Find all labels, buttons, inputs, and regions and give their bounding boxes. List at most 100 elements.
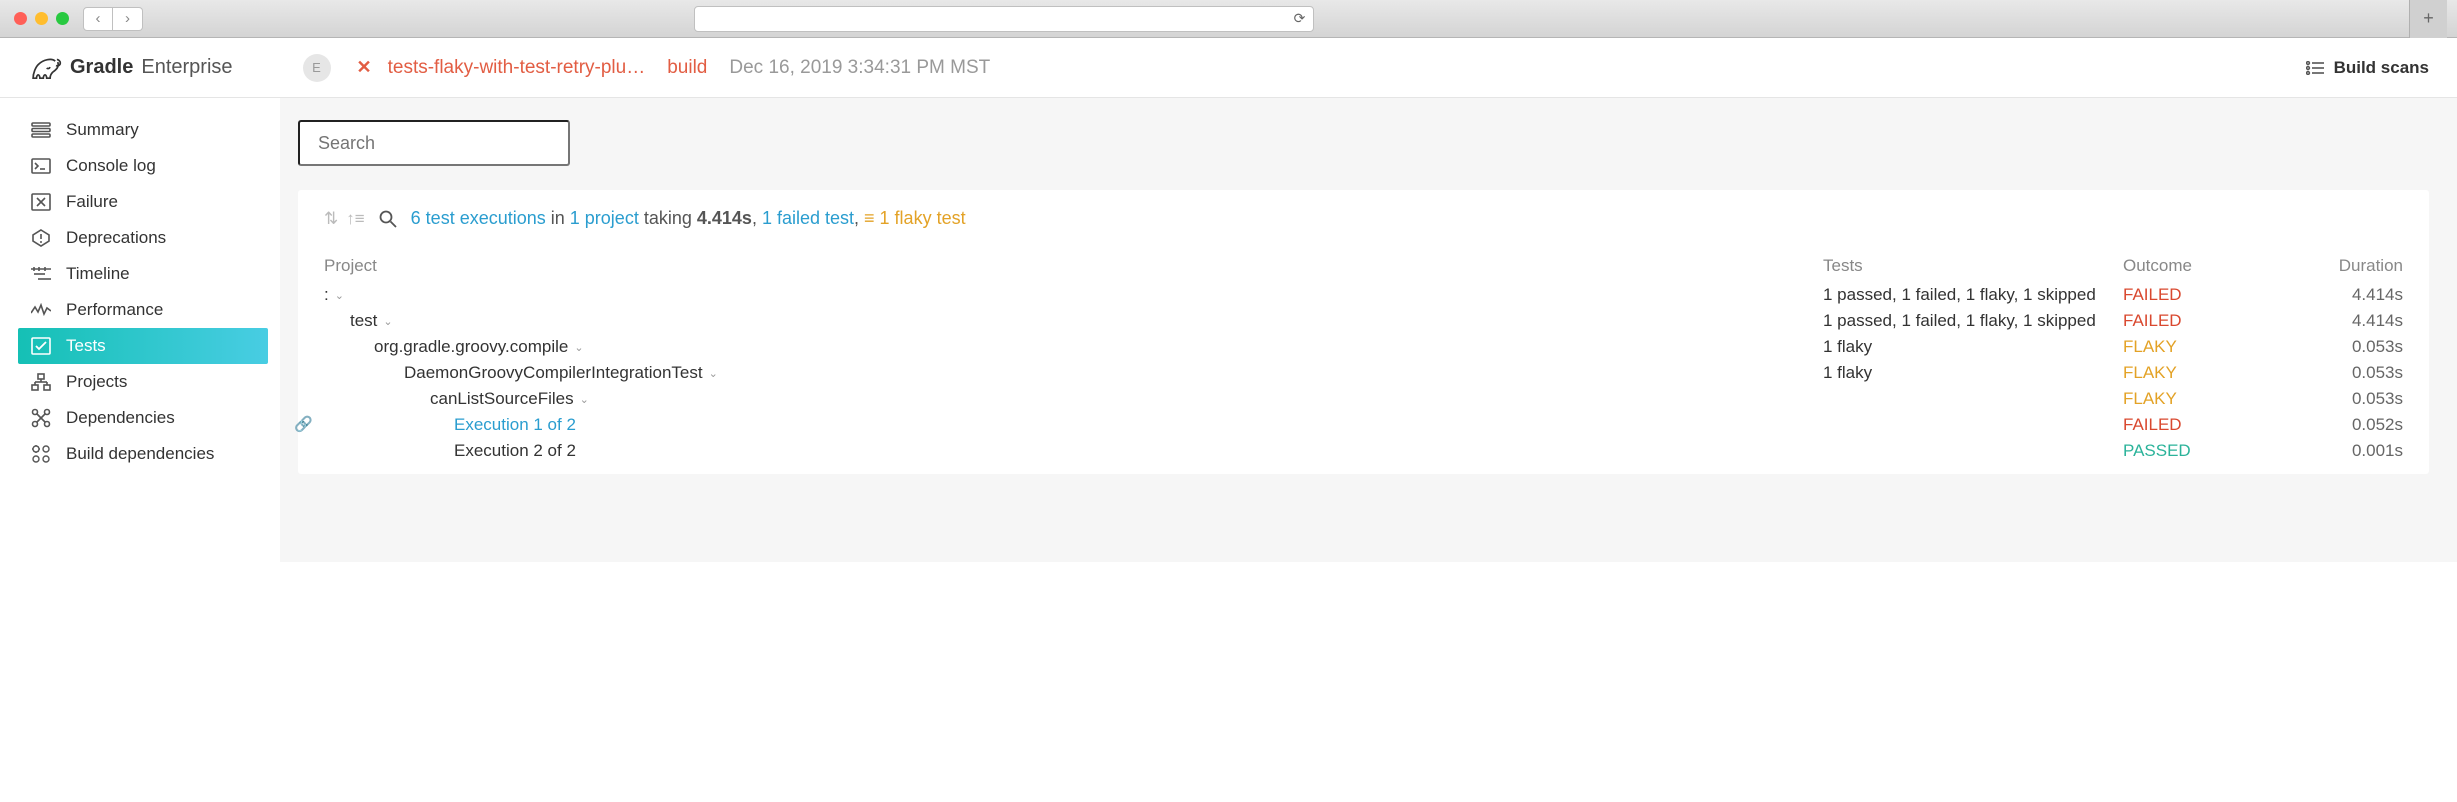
sidebar-item-tests[interactable]: Tests: [18, 328, 268, 364]
table-row[interactable]: 🔗Execution 1 of 2FAILED0.052s: [324, 412, 2403, 438]
table-row[interactable]: canListSourceFiles⌄FLAKY0.053s: [324, 386, 2403, 412]
plus-icon: +: [2423, 8, 2434, 29]
content-area: ⇅ ↑≡ 6 test executions in 1 project taki…: [280, 98, 2457, 562]
search-icon[interactable]: [379, 210, 397, 228]
chevron-right-icon: ›: [125, 10, 130, 27]
column-duration[interactable]: Duration: [2283, 256, 2403, 276]
project-cell[interactable]: DaemonGroovyCompilerIntegrationTest ⌄: [324, 363, 1823, 383]
chevron-left-icon: ‹: [96, 10, 101, 27]
exec-count-link[interactable]: 6 test executions: [411, 208, 546, 228]
chevron-down-icon[interactable]: ⌄: [335, 289, 344, 302]
sidebar-item-failure[interactable]: Failure: [0, 184, 280, 220]
project-cell[interactable]: canListSourceFiles ⌄: [324, 389, 1823, 409]
table-row[interactable]: org.gradle.groovy.compile⌄1 flakyFLAKY0.…: [324, 334, 2403, 360]
sort-desc-icon[interactable]: ↑≡: [346, 209, 364, 229]
summary-icon: [30, 119, 52, 141]
duration-cell: 0.053s: [2283, 363, 2403, 383]
list-icon: [2306, 61, 2324, 75]
sidebar-item-projects[interactable]: Projects: [0, 364, 280, 400]
project-cell[interactable]: org.gradle.groovy.compile⌄: [324, 337, 1823, 357]
sidebar-item-label: Timeline: [66, 264, 130, 284]
sidebar-item-label: Console log: [66, 156, 156, 176]
duration-cell: 4.414s: [2283, 285, 2403, 305]
search-input[interactable]: [298, 120, 570, 166]
build-dependencies-icon: [30, 443, 52, 465]
link-icon[interactable]: 🔗: [294, 415, 313, 433]
sidebar-item-label: Tests: [66, 336, 106, 356]
sidebar-item-summary[interactable]: Summary: [0, 112, 280, 148]
dependencies-icon: [30, 407, 52, 429]
fail-x-icon: ✕: [357, 57, 372, 78]
minimize-window-icon[interactable]: [35, 12, 48, 25]
summary-text: 6 test executions in 1 project taking 4.…: [411, 208, 966, 229]
outcome-cell: FAILED: [2123, 285, 2283, 305]
reload-icon[interactable]: ⟳: [1294, 10, 1306, 27]
tests-table: Project Tests Outcome Duration :⌄1 passe…: [324, 253, 2403, 464]
project-cell[interactable]: test⌄: [324, 311, 1823, 331]
table-row[interactable]: Execution 2 of 2 PASSED0.001s: [324, 438, 2403, 464]
sort-icons[interactable]: ⇅ ↑≡: [324, 209, 365, 229]
address-bar[interactable]: ⟳: [694, 6, 1314, 32]
build-timestamp: Dec 16, 2019 3:34:31 PM MST: [729, 57, 990, 79]
zoom-window-icon[interactable]: [56, 12, 69, 25]
row-name: DaemonGroovyCompilerIntegrationTest: [404, 363, 703, 383]
chevron-down-icon[interactable]: ⌄: [709, 367, 718, 380]
sidebar-item-dependencies[interactable]: Dependencies: [0, 400, 280, 436]
project-cell[interactable]: Execution 2 of 2: [324, 441, 1823, 461]
row-name: Execution 1 of 2: [454, 415, 576, 435]
build-scans-link[interactable]: Build scans: [2306, 58, 2429, 78]
total-duration: 4.414s: [697, 208, 752, 228]
sidebar-item-label: Summary: [66, 120, 139, 140]
project-cell[interactable]: :⌄: [324, 285, 1823, 305]
projects-icon: [30, 371, 52, 393]
build-tag[interactable]: build: [667, 57, 707, 79]
table-row[interactable]: DaemonGroovyCompilerIntegrationTest⌄1 fl…: [324, 360, 2403, 386]
tests-cell: 1 flaky: [1823, 337, 2123, 357]
sidebar-item-label: Projects: [66, 372, 127, 392]
back-button[interactable]: ‹: [83, 7, 113, 31]
chevron-down-icon[interactable]: ⌄: [580, 393, 589, 406]
chevron-down-icon[interactable]: ⌄: [574, 341, 583, 354]
tests-summary: ⇅ ↑≡ 6 test executions in 1 project taki…: [324, 208, 2403, 229]
column-tests[interactable]: Tests: [1823, 256, 2123, 276]
sidebar: Summary Console log Failure Deprecations…: [0, 98, 280, 562]
chevron-down-icon[interactable]: ⌄: [383, 315, 392, 328]
duration-cell: 0.053s: [2283, 337, 2403, 357]
sidebar-item-label: Build dependencies: [66, 444, 214, 464]
project-count-link[interactable]: 1 project: [570, 208, 639, 228]
column-project[interactable]: Project: [324, 256, 1823, 276]
sidebar-item-timeline[interactable]: Timeline: [0, 256, 280, 292]
sidebar-item-label: Deprecations: [66, 228, 166, 248]
row-name: canListSourceFiles: [430, 389, 574, 409]
table-row[interactable]: :⌄1 passed, 1 failed, 1 flaky, 1 skipped…: [324, 282, 2403, 308]
new-tab-button[interactable]: +: [2409, 0, 2447, 38]
project-cell[interactable]: Execution 1 of 2: [324, 415, 1823, 435]
avatar[interactable]: E: [303, 54, 331, 82]
column-outcome[interactable]: Outcome: [2123, 256, 2283, 276]
app-header: Gradle Enterprise E ✕ tests-flaky-with-t…: [0, 38, 2457, 98]
table-header: Project Tests Outcome Duration: [324, 253, 2403, 282]
sort-asc-icon[interactable]: ⇅: [324, 209, 338, 229]
sidebar-item-performance[interactable]: Performance: [0, 292, 280, 328]
outcome-cell: FLAKY: [2123, 389, 2283, 409]
brand[interactable]: Gradle Enterprise: [28, 54, 233, 82]
outcome-cell: FAILED: [2123, 415, 2283, 435]
duration-cell: 0.001s: [2283, 441, 2403, 461]
sidebar-item-deprecations[interactable]: Deprecations: [0, 220, 280, 256]
failed-test-link[interactable]: 1 failed test: [762, 208, 854, 228]
tests-panel: ⇅ ↑≡ 6 test executions in 1 project taki…: [298, 190, 2429, 474]
gradle-logo-icon: [28, 54, 62, 82]
build-name[interactable]: tests-flaky-with-test-retry-plu…: [388, 57, 646, 79]
outcome-cell: PASSED: [2123, 441, 2283, 461]
outcome-cell: FLAKY: [2123, 337, 2283, 357]
failure-icon: [30, 191, 52, 213]
build-scans-label: Build scans: [2334, 58, 2429, 78]
close-window-icon[interactable]: [14, 12, 27, 25]
table-row[interactable]: test⌄1 passed, 1 failed, 1 flaky, 1 skip…: [324, 308, 2403, 334]
sidebar-item-build-dependencies[interactable]: Build dependencies: [0, 436, 280, 472]
console-icon: [30, 155, 52, 177]
forward-button[interactable]: ›: [113, 7, 143, 31]
flaky-test-link[interactable]: 1 flaky test: [880, 208, 966, 228]
sidebar-item-console-log[interactable]: Console log: [0, 148, 280, 184]
flaky-icon: ≡: [864, 208, 880, 228]
